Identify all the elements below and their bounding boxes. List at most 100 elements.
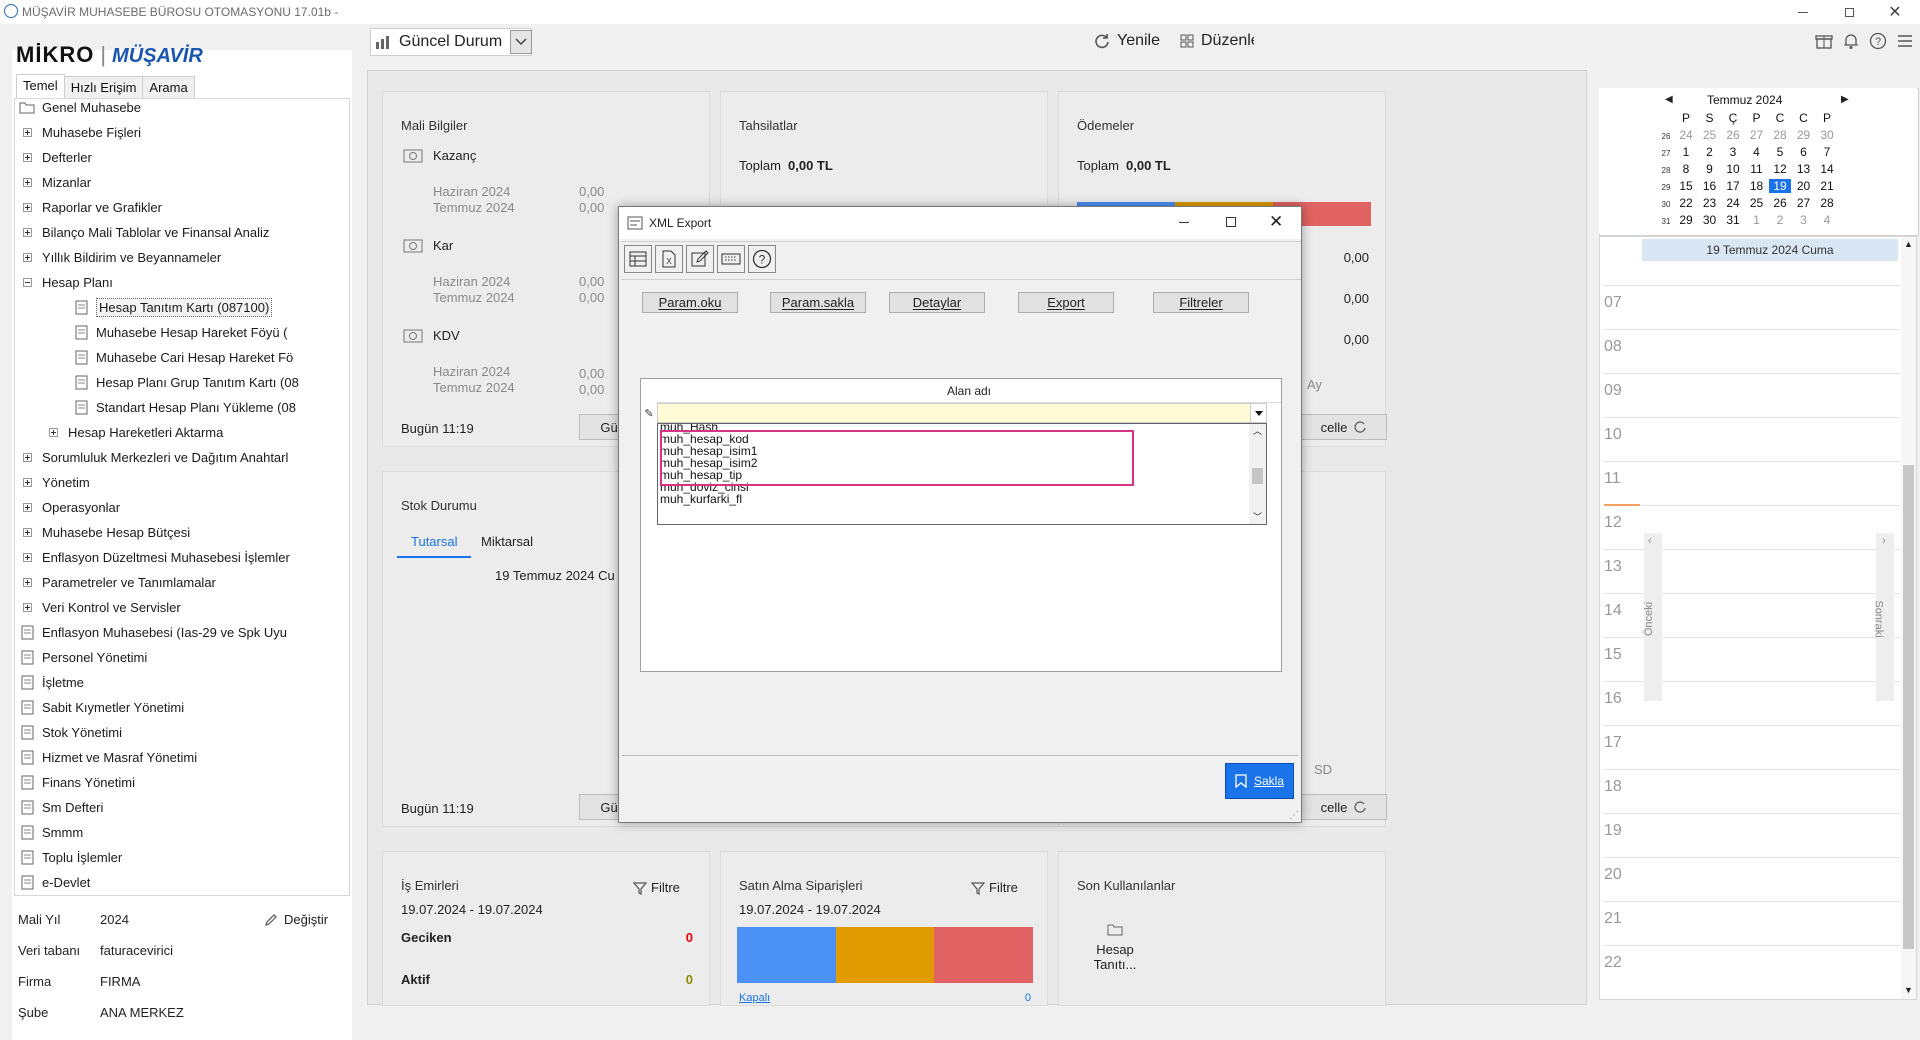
prev-month-button[interactable]: ◀ — [1665, 94, 1673, 105]
tree-item[interactable]: Sm Defteri — [17, 795, 103, 820]
calendar-day[interactable]: 5 — [1769, 145, 1791, 159]
calendar-day[interactable]: 12 — [1769, 162, 1791, 176]
tree-item[interactable]: Operasyonlar — [17, 495, 120, 520]
tree-item[interactable]: Muhasebe Fişleri — [17, 120, 141, 145]
tree-item[interactable]: e-Devlet — [17, 870, 90, 895]
tree-item[interactable]: Toplu İşlemler — [17, 845, 122, 870]
calendar-day[interactable]: 3 — [1793, 213, 1815, 227]
tree-item[interactable]: Hesap Planı — [17, 270, 113, 295]
calendar-day[interactable]: 24 — [1722, 196, 1744, 210]
calendar-day[interactable]: 31 — [1722, 213, 1744, 227]
tree-item[interactable]: Muhasebe Cari Hesap Hareket Fö — [71, 345, 293, 370]
tree-item[interactable]: Bilanço Mali Tablolar ve Finansal Analiz — [17, 220, 269, 245]
calendar-day[interactable]: 14 — [1816, 162, 1838, 176]
help-icon[interactable]: ? — [1869, 32, 1887, 50]
schedule-scrollbar[interactable]: ▲ ▼ — [1901, 237, 1916, 999]
next-day-button[interactable]: › Sonraki — [1873, 533, 1894, 701]
param-oku-button[interactable]: Param.oku — [642, 292, 738, 313]
filter-button[interactable]: Filtre — [633, 880, 680, 895]
dialog-maximize-button[interactable] — [1226, 217, 1236, 227]
tree-item[interactable]: Personel Yönetimi — [17, 645, 147, 670]
calendar-day[interactable]: 24 — [1675, 128, 1697, 142]
update-button[interactable]: celle — [1301, 794, 1387, 820]
tree-item[interactable]: Enflasyon Muhasebesi (Ias-29 ve Spk Uyu — [17, 620, 287, 645]
calendar-day[interactable]: 27 — [1746, 128, 1768, 142]
tab-hizli-erisim[interactable]: Hızlı Erişim — [63, 76, 144, 98]
tree-item[interactable]: Sorumluluk Merkezleri ve Dağıtım Anahtar… — [17, 445, 288, 470]
calendar-day[interactable]: 30 — [1699, 213, 1721, 227]
tree-item[interactable]: Stok Yönetimi — [17, 720, 122, 745]
calendar-day[interactable]: 18 — [1746, 179, 1768, 193]
tree-item[interactable]: Hesap Hareketleri Aktarma — [43, 420, 223, 445]
tree-item[interactable]: Enflasyon Düzeltmesi Muhasebesi İşlemler — [17, 545, 290, 570]
tree-item[interactable]: Standart Hesap Planı Yükleme (08 — [71, 395, 296, 420]
calendar-day[interactable]: 20 — [1793, 179, 1815, 193]
calendar-day[interactable]: 17 — [1722, 179, 1744, 193]
calendar-day[interactable]: 4 — [1816, 213, 1838, 227]
bell-icon[interactable] — [1842, 32, 1860, 50]
tree-item[interactable]: Mizanlar — [17, 170, 91, 195]
tree-item[interactable]: Veri Kontrol ve Servisler — [17, 595, 181, 620]
tree-item[interactable]: Hesap Planı Grup Tanıtım Kartı (08 — [71, 370, 299, 395]
calendar-day[interactable]: 2 — [1769, 213, 1791, 227]
calendar-day[interactable]: 27 — [1793, 196, 1815, 210]
tree-item[interactable]: Genel Muhasebe — [17, 99, 141, 120]
tab-miktarsal[interactable]: Miktarsal — [481, 534, 533, 549]
export-button[interactable]: Export — [1018, 292, 1114, 313]
tree-item[interactable]: Muhasebe Hesap Bütçesi — [17, 520, 190, 545]
param-sakla-button[interactable]: Param.sakla — [770, 292, 866, 313]
field-combo-input[interactable] — [657, 403, 1267, 423]
calendar-day[interactable]: 16 — [1699, 179, 1721, 193]
calendar-day[interactable]: 26 — [1769, 196, 1791, 210]
dialog-close-button[interactable]: ✕ — [1269, 212, 1283, 232]
calendar-day[interactable]: 4 — [1746, 145, 1768, 159]
calendar-day[interactable]: 25 — [1699, 128, 1721, 142]
calendar-day[interactable]: 10 — [1722, 162, 1744, 176]
tree-item[interactable]: Hesap Tanıtım Kartı (087100) — [71, 295, 346, 320]
tree-item[interactable]: Finans Yönetimi — [17, 770, 135, 795]
filtreler-button[interactable]: Filtreler — [1153, 292, 1249, 313]
dialog-minimize-button[interactable] — [1179, 222, 1189, 223]
table-view-button[interactable] — [624, 245, 652, 273]
excel-button[interactable]: X — [655, 245, 683, 273]
tree-item[interactable]: Yönetim — [17, 470, 90, 495]
calendar-day[interactable]: 1 — [1675, 145, 1697, 159]
next-month-button[interactable]: ▶ — [1841, 94, 1849, 105]
tree-item[interactable]: Muhasebe Hesap Hareket Föyü ( — [71, 320, 287, 345]
tree-item[interactable]: Parametreler ve Tanımlamalar — [17, 570, 216, 595]
tree-item[interactable]: Smmm — [17, 820, 83, 845]
scroll-down-arrow[interactable]: ▼ — [1904, 985, 1913, 995]
calendar-day[interactable]: 19 — [1769, 179, 1791, 193]
calendar-day[interactable]: 15 — [1675, 179, 1697, 193]
list-scroll-up[interactable]: ︿ — [1253, 424, 1262, 437]
filter-button[interactable]: Filtre — [971, 880, 1018, 895]
refresh-button[interactable]: Yenile — [1094, 32, 1160, 50]
list-scrollbar[interactable]: ︿ ﹀ — [1249, 424, 1266, 524]
calendar-day[interactable]: 6 — [1793, 145, 1815, 159]
minimize-button[interactable] — [1780, 0, 1826, 24]
resize-grip[interactable]: ⋰ — [1289, 810, 1301, 822]
calendar-day[interactable]: 3 — [1722, 145, 1744, 159]
calendar-day[interactable]: 25 — [1746, 196, 1768, 210]
combo-dropdown-button[interactable] — [1250, 404, 1266, 422]
list-scroll-thumb[interactable] — [1252, 468, 1263, 484]
view-dropdown-button[interactable] — [510, 30, 532, 54]
close-window-button[interactable]: ✕ — [1872, 0, 1918, 24]
calendar-day[interactable]: 26 — [1722, 128, 1744, 142]
calendar-day[interactable]: 22 — [1675, 196, 1697, 210]
closed-link[interactable]: Kapalı — [739, 992, 770, 1004]
calendar-day[interactable]: 28 — [1816, 196, 1838, 210]
update-button[interactable]: celle — [1301, 414, 1387, 440]
field-dropdown-list[interactable]: muh_Hash muh_hesap_kod muh_hesap_isim1 muh_… — [657, 423, 1267, 525]
calendar-day[interactable]: 9 — [1699, 162, 1721, 176]
calendar-day[interactable]: 23 — [1699, 196, 1721, 210]
tree-item[interactable]: Yıllık Bildirim ve Beyannameler — [17, 245, 221, 270]
tree-item[interactable]: Defterler — [17, 145, 92, 170]
calendar-day[interactable]: 21 — [1816, 179, 1838, 193]
keyboard-button[interactable] — [717, 245, 745, 273]
tab-tutarsal[interactable]: Tutarsal — [411, 534, 457, 549]
recent-item[interactable]: Hesap Tanıtı... — [1085, 922, 1145, 972]
gift-icon[interactable] — [1815, 32, 1833, 50]
prev-day-button[interactable]: ‹ Önceki — [1643, 533, 1662, 701]
calendar-day[interactable]: 30 — [1816, 128, 1838, 142]
